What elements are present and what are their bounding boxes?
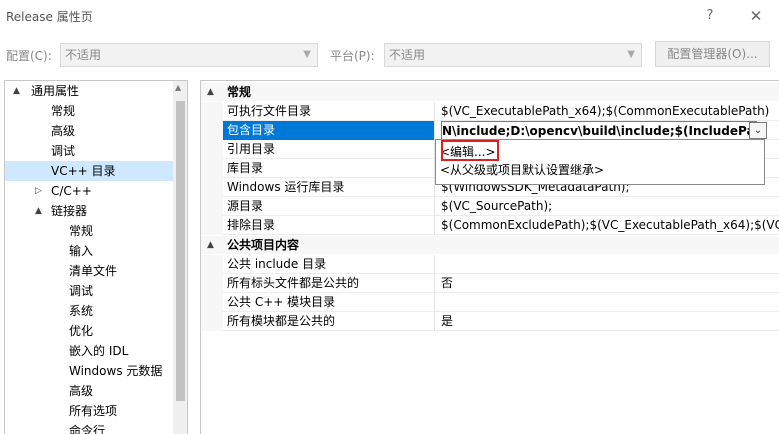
window-title: Release 属性页 xyxy=(6,10,93,24)
collapse-icon[interactable]: ▲ xyxy=(13,81,20,101)
platform-value: 不适用 xyxy=(389,48,426,62)
tree-item-linker-system[interactable]: 系统 xyxy=(5,301,173,321)
tree-item-linker-input[interactable]: 输入 xyxy=(5,241,173,261)
configuration-bar: 配置(C): 不适用 ▼ 平台(P): 不适用 ▼ 配置管理器(O)... xyxy=(0,33,779,77)
tree-item-linker-advanced[interactable]: 高级 xyxy=(5,381,173,401)
close-button[interactable]: ✕ xyxy=(744,4,768,28)
tree-item-general[interactable]: 常规 xyxy=(5,101,173,121)
config-select[interactable]: 不适用 ▼ xyxy=(60,43,318,67)
tree-item-common-properties[interactable]: ▲ 通用属性 xyxy=(5,81,173,101)
property-grid: ▲ 常规 可执行文件目录 $(VC_ExecutablePath_x64);$(… xyxy=(200,80,779,434)
collapse-icon[interactable]: ▲ xyxy=(207,83,214,101)
property-row-exclude-dirs[interactable]: 排除目录 $(CommonExcludePath);$(VC_Executabl… xyxy=(201,216,779,235)
tree-item-linker-windows-metadata[interactable]: Windows 元数据 xyxy=(5,361,173,381)
title-bar: Release 属性页 ? ✕ xyxy=(0,0,779,32)
property-row-executable-dirs[interactable]: 可执行文件目录 $(VC_ExecutablePath_x64);$(Commo… xyxy=(201,102,779,121)
property-tree: ▲ 通用属性 常规 高级 调试 VC++ 目录 ▷ C/C++ ▲ 链接器 常规… xyxy=(4,80,188,434)
dropdown-item-inherit[interactable]: <从父级或项目默认设置继承> xyxy=(440,161,604,179)
scroll-up-icon[interactable]: ▲ xyxy=(175,83,181,92)
category-public-project-content[interactable]: ▲ 公共项目内容 xyxy=(201,236,779,254)
include-dirs-input[interactable]: N\include;D:\opencv\build\include;$(Incl… xyxy=(441,121,757,140)
category-general[interactable]: ▲ 常规 xyxy=(201,83,779,101)
platform-label: 平台(P): xyxy=(330,49,375,63)
tree-item-c-cpp[interactable]: ▷ C/C++ xyxy=(5,181,173,201)
configuration-manager-button[interactable]: 配置管理器(O)... xyxy=(655,41,770,67)
chevron-down-icon: ▼ xyxy=(303,49,311,60)
tree-item-linker-command-line[interactable]: 命令行 xyxy=(5,421,173,434)
chevron-down-icon: ▼ xyxy=(627,49,635,60)
tree-item-linker-optimization[interactable]: 优化 xyxy=(5,321,173,341)
scrollbar-thumb[interactable] xyxy=(176,101,185,401)
tree-item-linker-debugging[interactable]: 调试 xyxy=(5,281,173,301)
expand-icon[interactable]: ▷ xyxy=(35,181,42,201)
platform-select[interactable]: 不适用 ▼ xyxy=(384,43,642,67)
property-row-all-modules-public[interactable]: 所有模块都是公共的 是 xyxy=(201,312,779,331)
config-label: 配置(C): xyxy=(6,49,52,63)
config-value: 不适用 xyxy=(65,48,102,62)
tree-scrollbar[interactable]: ▲ xyxy=(173,81,187,434)
help-button[interactable]: ? xyxy=(698,4,722,28)
property-row-all-headers-public[interactable]: 所有标头文件都是公共的 否 xyxy=(201,274,779,293)
tree-item-vc-directories[interactable]: VC++ 目录 xyxy=(5,161,173,181)
tree-item-linker[interactable]: ▲ 链接器 xyxy=(5,201,173,221)
highlight-box xyxy=(441,140,499,161)
property-row-include-dirs[interactable]: 包含目录 N\include;D:\opencv\build\include;$… xyxy=(201,121,779,140)
tree-item-linker-all-options[interactable]: 所有选项 xyxy=(5,401,173,421)
tree-item-linker-embedded-idl[interactable]: 嵌入的 IDL xyxy=(5,341,173,361)
collapse-icon[interactable]: ▲ xyxy=(207,236,214,254)
collapse-icon[interactable]: ▲ xyxy=(35,201,42,221)
tree-item-linker-general[interactable]: 常规 xyxy=(5,221,173,241)
chevron-down-icon[interactable]: ⌄ xyxy=(749,122,767,139)
tree-item-advanced[interactable]: 高级 xyxy=(5,121,173,141)
tree-item-linker-manifest[interactable]: 清单文件 xyxy=(5,261,173,281)
property-row-source-dirs[interactable]: 源目录 $(VC_SourcePath); xyxy=(201,197,779,216)
tree-item-debugging[interactable]: 调试 xyxy=(5,141,173,161)
property-row-public-include-dirs[interactable]: 公共 include 目录 xyxy=(201,255,779,274)
property-row-public-cpp-module-dirs[interactable]: 公共 C++ 模块目录 xyxy=(201,293,779,312)
